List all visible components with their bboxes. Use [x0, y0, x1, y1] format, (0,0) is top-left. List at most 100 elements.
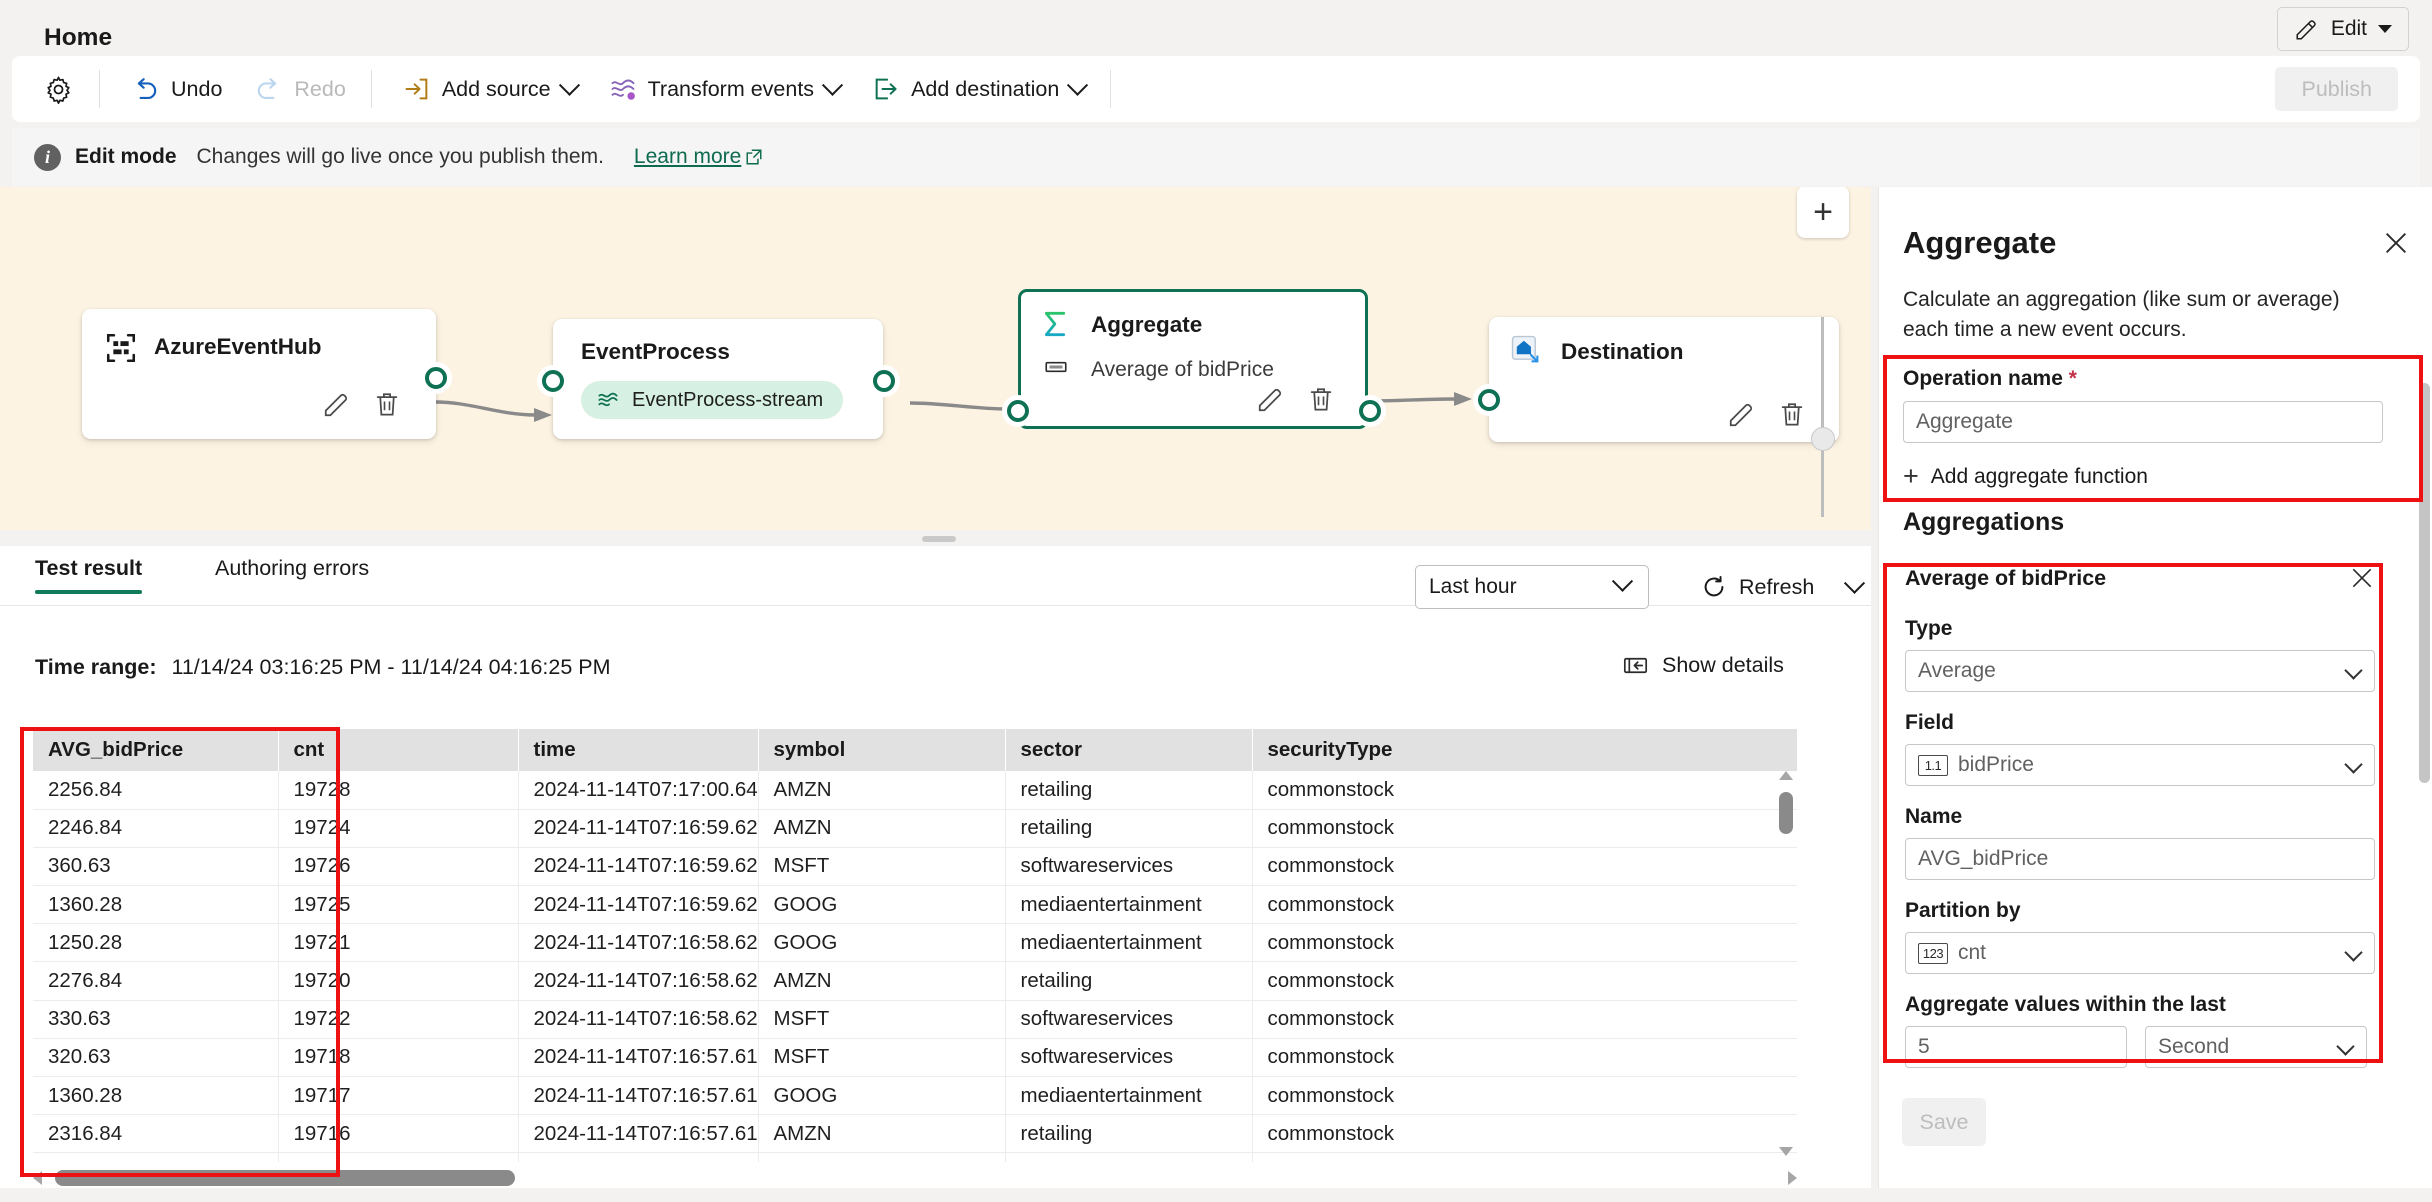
table-row[interactable]: 2316.84197162024-11-14T07:16:57.6170000Z…	[33, 1114, 1797, 1154]
panel-scroll-thumb[interactable]	[2419, 383, 2430, 783]
add-aggregate-function-button[interactable]: + Add aggregate function	[1903, 463, 2383, 490]
table-horizontal-scrollbar[interactable]	[33, 1169, 1797, 1187]
add-source-button[interactable]: Add source	[390, 66, 590, 112]
chevron-down-icon[interactable]	[1844, 572, 1866, 594]
edit-pencil-icon[interactable]	[322, 389, 352, 419]
scroll-left-arrow-icon[interactable]	[33, 1171, 42, 1185]
table-cell-avg_bidprice: 2246.84	[33, 809, 279, 848]
field-select[interactable]: 1.1 bidPrice	[1905, 744, 2375, 786]
delete-trash-icon[interactable]	[1306, 384, 1336, 414]
required-asterisk: *	[2062, 367, 2077, 390]
tab-home-label: Home	[44, 23, 113, 51]
field-select-value: bidPrice	[1958, 753, 2034, 776]
table-row[interactable]: 330.63197222024-11-14T07:16:58.6280000ZM…	[33, 1000, 1797, 1039]
delete-trash-icon[interactable]	[1777, 399, 1807, 429]
tab-home[interactable]: Home	[34, 23, 122, 61]
node-aggregate-input-port[interactable]	[1007, 400, 1029, 422]
aggregations-heading: Aggregations	[1903, 508, 2065, 536]
transform-events-button[interactable]: Transform events	[596, 66, 853, 112]
zoom-slider-thumb[interactable]	[1811, 427, 1835, 451]
name-input[interactable]	[1905, 838, 2375, 880]
table-row[interactable]: 1360.28197252024-11-14T07:16:59.6290000Z…	[33, 885, 1797, 925]
save-button[interactable]: Save	[1902, 1098, 1986, 1146]
scroll-down-arrow-icon[interactable]	[1779, 1147, 1793, 1156]
aggregation-card: Average of bidPrice Type Average Field 1…	[1905, 565, 2375, 1068]
column-header-cnt[interactable]: cnt	[278, 729, 519, 771]
node-event-process[interactable]: EventProcess EventProcess-stream	[542, 319, 895, 439]
node-aggregate[interactable]: Aggregate Average of bidPrice	[1007, 289, 1381, 429]
refresh-button[interactable]: Refresh	[1700, 565, 1866, 609]
table-cell-securitytype: commonstock	[1252, 1000, 1797, 1039]
column-header-symbol[interactable]: symbol	[758, 729, 1006, 771]
table-vertical-scrollbar[interactable]	[1776, 765, 1796, 1162]
table-cell-securitytype: commonstock	[1252, 1076, 1797, 1116]
table-row[interactable]: 360.63197262024-11-14T07:16:59.6290000ZM…	[33, 847, 1797, 887]
close-icon[interactable]	[2382, 229, 2410, 257]
chevron-down-icon	[2336, 1037, 2355, 1056]
transform-events-icon	[611, 79, 635, 100]
operation-name-label: Operation name *	[1903, 367, 2383, 391]
column-header-securitytype[interactable]: securityType	[1252, 729, 1797, 771]
vertical-scroll-thumb[interactable]	[1779, 792, 1793, 834]
show-details-button[interactable]: Show details	[1622, 652, 1784, 679]
pencil-icon	[2296, 20, 2316, 40]
node-destination-input-port[interactable]	[1478, 389, 1500, 411]
remove-aggregation-close-icon[interactable]	[2349, 565, 2375, 591]
table-cell-symbol: MSFT	[758, 1000, 1006, 1039]
table-cell-cnt: 19725	[278, 885, 519, 925]
add-destination-button[interactable]: Add destination	[859, 66, 1098, 112]
column-header-sector[interactable]: sector	[1005, 729, 1253, 771]
delete-trash-icon[interactable]	[372, 389, 402, 419]
table-cell-symbol: AMZN	[758, 1114, 1006, 1154]
window-value-input[interactable]	[1905, 1026, 2127, 1068]
learn-more-link[interactable]: Learn more	[634, 145, 763, 169]
operation-name-label-text: Operation name	[1903, 367, 2063, 390]
time-range-display: Time range: 11/14/24 03:16:25 PM - 11/14…	[35, 655, 611, 680]
time-range-value: 11/14/24 03:16:25 PM - 11/14/24 04:16:25…	[171, 655, 611, 679]
canvas-resize-grip[interactable]	[922, 536, 956, 542]
node-event-process-output-port[interactable]	[873, 370, 895, 392]
node-azure-event-hub-output-port[interactable]	[425, 367, 447, 389]
table-row[interactable]: 300.63197142024-11-14T07:16:56.6130000ZM…	[33, 1152, 1797, 1162]
node-azure-event-hub[interactable]: AzureEventHub	[82, 309, 447, 439]
gear-icon	[47, 76, 70, 104]
ribbon-tab-strip: Home	[0, 3, 2432, 60]
node-event-process-input-port[interactable]	[542, 370, 564, 392]
column-header-avg-bidprice[interactable]: AVG_bidPrice	[33, 729, 279, 771]
horizontal-scroll-thumb[interactable]	[55, 1170, 515, 1186]
results-table-container[interactable]: AVG_bidPrice cnt time symbol sector secu…	[33, 729, 1797, 1162]
scroll-up-arrow-icon[interactable]	[1779, 771, 1793, 780]
zoom-in-button[interactable]: +	[1797, 187, 1849, 238]
panel-title: Aggregate	[1903, 225, 2057, 260]
show-details-icon	[1623, 657, 1648, 674]
time-range-select[interactable]: Last hour	[1415, 565, 1649, 609]
table-row[interactable]: 1360.28197172024-11-14T07:16:57.6170000Z…	[33, 1076, 1797, 1116]
table-row[interactable]: 2276.84197202024-11-14T07:16:58.6280000Z…	[33, 961, 1797, 1001]
node-destination[interactable]: Destination	[1478, 317, 1839, 442]
table-cell-time: 2024-11-14T07:16:59.6290000Z	[518, 847, 759, 887]
table-row[interactable]: 320.63197182024-11-14T07:16:57.6170000ZM…	[33, 1038, 1797, 1078]
integer-type-icon: 123	[1918, 942, 1948, 964]
scroll-right-arrow-icon[interactable]	[1788, 1171, 1797, 1185]
show-details-label: Show details	[1662, 653, 1784, 677]
zoom-slider-track[interactable]	[1821, 317, 1824, 517]
table-row[interactable]: 2246.84197242024-11-14T07:16:59.6290000Z…	[33, 809, 1797, 848]
column-header-time[interactable]: time	[518, 729, 759, 771]
pipeline-canvas[interactable]: AzureEventHub EventProcess EventProcess-…	[0, 187, 1871, 530]
operation-name-input[interactable]	[1903, 401, 2383, 443]
window-unit-select[interactable]: Second	[2145, 1026, 2367, 1068]
edit-pencil-icon[interactable]	[1256, 384, 1286, 414]
edit-pencil-icon[interactable]	[1727, 399, 1757, 429]
publish-button[interactable]: Publish	[2275, 67, 2398, 111]
table-row[interactable]: 2256.84197282024-11-14T07:17:00.6400000Z…	[33, 771, 1797, 810]
tab-authoring-errors[interactable]: Authoring errors	[215, 556, 369, 594]
partition-by-select[interactable]: 123 cnt	[1905, 932, 2375, 974]
node-aggregate-output-port[interactable]	[1359, 400, 1381, 422]
edit-button[interactable]: Edit	[2276, 7, 2409, 51]
undo-button[interactable]: Undo	[118, 66, 235, 112]
event-process-stream-pill[interactable]: EventProcess-stream	[581, 381, 844, 419]
type-select[interactable]: Average	[1905, 650, 2375, 692]
settings-button[interactable]	[30, 66, 87, 112]
table-row[interactable]: 1250.28197212024-11-14T07:16:58.6280000Z…	[33, 923, 1797, 963]
tab-test-result[interactable]: Test result	[35, 556, 143, 594]
